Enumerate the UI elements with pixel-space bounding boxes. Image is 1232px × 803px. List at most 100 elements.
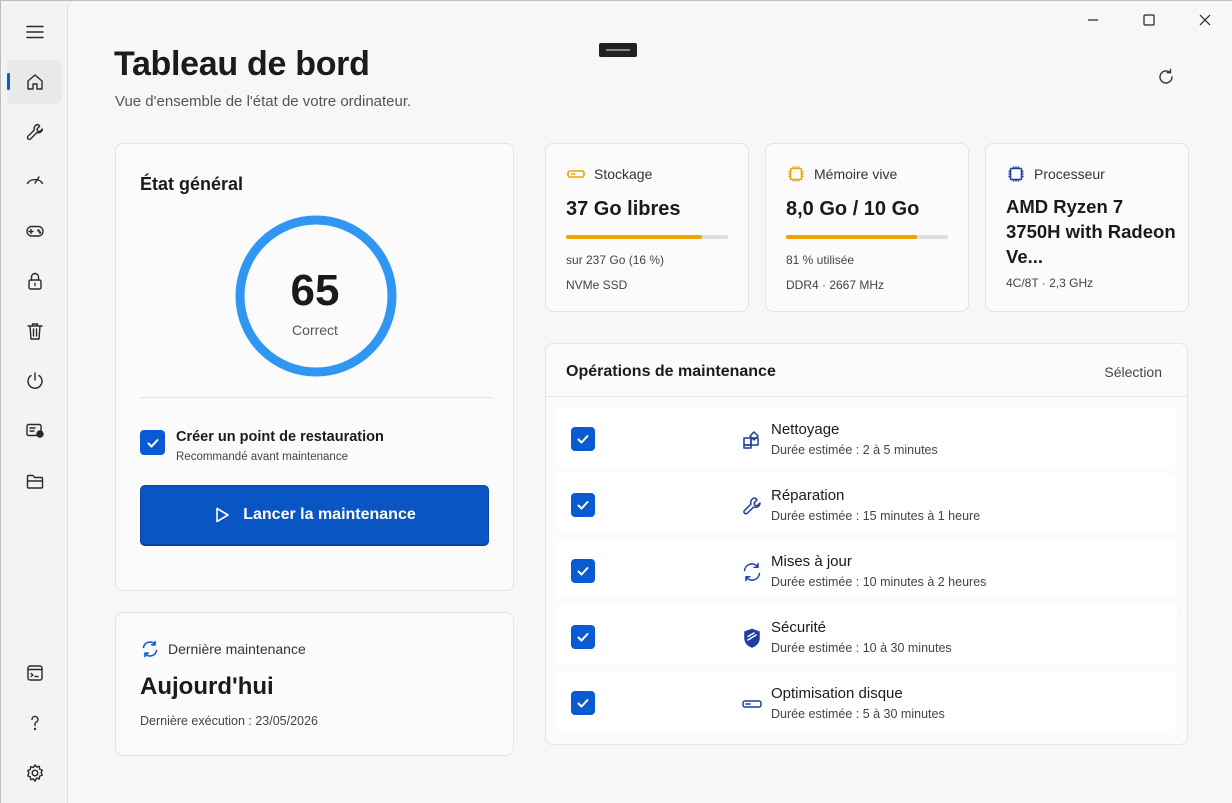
last-maintenance-header: Dernière maintenance	[140, 639, 306, 659]
processor-title: Processeur	[1034, 166, 1105, 182]
nav-item-home[interactable]	[7, 60, 62, 104]
page-title: Tableau de bord	[114, 45, 370, 83]
operation-row[interactable]: Mises à jour Durée estimée : 10 minutes …	[556, 539, 1177, 598]
settings-icon	[26, 764, 43, 782]
memory-card: Mémoire vive 8,0 Go / 10 Go 81 % utilisé…	[765, 143, 969, 312]
memory-header: Mémoire vive	[786, 164, 897, 184]
storage-card: Stockage 37 Go libres sur 237 Go (16 %) …	[545, 143, 749, 312]
sync-icon	[741, 561, 763, 583]
operation-row[interactable]: Réparation Durée estimée : 15 minutes à …	[556, 473, 1177, 532]
nav-item-help[interactable]	[7, 701, 62, 745]
refresh-button[interactable]	[1152, 63, 1180, 91]
lock-icon	[27, 272, 42, 290]
close-button[interactable]	[1183, 7, 1227, 33]
play-icon	[216, 507, 230, 523]
nav-menu-button[interactable]	[7, 10, 62, 54]
memory-detail: 81 % utilisée	[786, 253, 855, 267]
health-score-label: Correct	[292, 322, 338, 338]
checkmark-icon	[577, 699, 589, 708]
maintenance-operations-card: Opérations de maintenance Sélection Nett…	[545, 343, 1188, 745]
checkmark-icon	[577, 501, 589, 510]
cpu-chip-icon	[1008, 166, 1024, 182]
last-maintenance-date: Dernière exécution : 23/05/2026	[140, 714, 318, 728]
health-score-value: 65	[290, 266, 340, 315]
operation-duration: Durée estimée : 5 à 30 minutes	[771, 707, 945, 721]
nav-item-power[interactable]	[7, 359, 62, 403]
operation-checkbox[interactable]	[571, 625, 595, 649]
operation-name: Sécurité	[771, 619, 827, 636]
disk-icon	[741, 693, 763, 715]
restore-point-checkbox[interactable]	[140, 430, 165, 455]
close-icon	[1199, 14, 1211, 26]
startup-apps-icon	[25, 423, 44, 438]
operation-duration: Durée estimée : 10 minutes à 2 heures	[771, 575, 987, 589]
nav-item-performance[interactable]	[7, 159, 62, 203]
nav-item-repair[interactable]	[7, 110, 62, 154]
checkmark-icon	[577, 435, 589, 444]
minimize-icon	[1088, 19, 1098, 21]
menu-icon	[25, 25, 44, 39]
nav-item-startup[interactable]	[7, 409, 62, 453]
operation-row[interactable]: Nettoyage Durée estimée : 2 à 5 minutes	[556, 407, 1177, 466]
wrench-icon	[26, 123, 43, 141]
operation-checkbox[interactable]	[571, 427, 595, 451]
processor-detail: 4C/8T · 2,3 GHz	[1006, 276, 1094, 290]
app-window: Tableau de bord Vue d'ensemble de l'état…	[0, 0, 1232, 803]
last-maintenance-value: Aujourd'hui	[140, 673, 274, 700]
memory-usage-fill	[786, 235, 918, 239]
storage-title: Stockage	[594, 166, 653, 182]
operation-row[interactable]: Sécurité Durée estimée : 10 à 30 minutes	[556, 605, 1177, 664]
storage-type: NVMe SSD	[566, 278, 628, 292]
launch-maintenance-label: Lancer la maintenance	[243, 506, 416, 523]
operation-duration: Durée estimée : 10 à 30 minutes	[771, 641, 952, 655]
operation-checkbox[interactable]	[571, 493, 595, 517]
nav-item-privacy[interactable]	[7, 259, 62, 303]
memory-title: Mémoire vive	[814, 166, 898, 182]
launch-maintenance-button[interactable]: Lancer la maintenance	[140, 485, 489, 545]
disk-icon	[567, 170, 585, 178]
speed-gauge-icon	[26, 176, 43, 185]
drag-handle[interactable]	[599, 43, 637, 57]
nav-item-files[interactable]	[7, 459, 62, 503]
operation-name: Mises à jour	[771, 553, 852, 570]
restore-point-label: Créer un point de restauration	[176, 429, 384, 445]
maintenance-operations-title: Opérations de maintenance	[566, 363, 776, 380]
processor-card: Processeur AMD Ryzen 7 3750H with Radeon…	[985, 143, 1189, 312]
wrench-icon	[741, 495, 763, 517]
main-content: Tableau de bord Vue d'ensemble de l'état…	[67, 1, 1232, 803]
restore-point-hint: Recommandé avant maintenance	[176, 451, 348, 463]
nav-item-uninstall[interactable]	[7, 309, 62, 353]
operation-row[interactable]: Optimisation disque Durée estimée : 5 à …	[556, 671, 1177, 730]
operation-name: Optimisation disque	[771, 685, 903, 702]
checkmark-icon	[147, 438, 158, 447]
storage-header: Stockage	[566, 164, 652, 184]
last-maintenance-card: Dernière maintenance Aujourd'hui Dernièr…	[115, 612, 514, 756]
nav-item-settings[interactable]	[7, 751, 62, 795]
memory-type: DDR4 · 2667 MHz	[786, 278, 885, 292]
shield-icon	[741, 627, 763, 649]
maximize-button[interactable]	[1127, 7, 1171, 33]
refresh-icon	[1159, 68, 1173, 84]
overall-state-title: État général	[140, 174, 244, 194]
operation-name: Réparation	[771, 487, 845, 504]
terminal-icon	[26, 665, 43, 681]
operation-duration: Durée estimée : 2 à 5 minutes	[771, 443, 938, 457]
last-maintenance-title: Dernière maintenance	[168, 641, 306, 657]
selection-link[interactable]: Sélection	[1104, 364, 1162, 380]
processor-header: Processeur	[1006, 164, 1105, 184]
storage-value: 37 Go libres	[566, 198, 681, 220]
operation-checkbox[interactable]	[571, 691, 595, 715]
folder-icon	[26, 474, 43, 489]
operation-checkbox[interactable]	[571, 559, 595, 583]
help-icon	[30, 715, 39, 731]
processor-model: AMD Ryzen 7 3750H with Radeon Ve...	[1006, 196, 1176, 267]
minimize-button[interactable]	[1071, 7, 1115, 33]
operation-name: Nettoyage	[771, 421, 840, 438]
nav-item-terminal[interactable]	[7, 651, 62, 695]
nav-rail	[1, 1, 67, 803]
storage-detail: sur 237 Go (16 %)	[566, 253, 665, 267]
cleanup-grid-icon	[741, 429, 763, 451]
nav-item-gaming[interactable]	[7, 209, 62, 253]
operation-duration: Durée estimée : 15 minutes à 1 heure	[771, 509, 981, 523]
memory-chip-icon	[788, 166, 804, 182]
